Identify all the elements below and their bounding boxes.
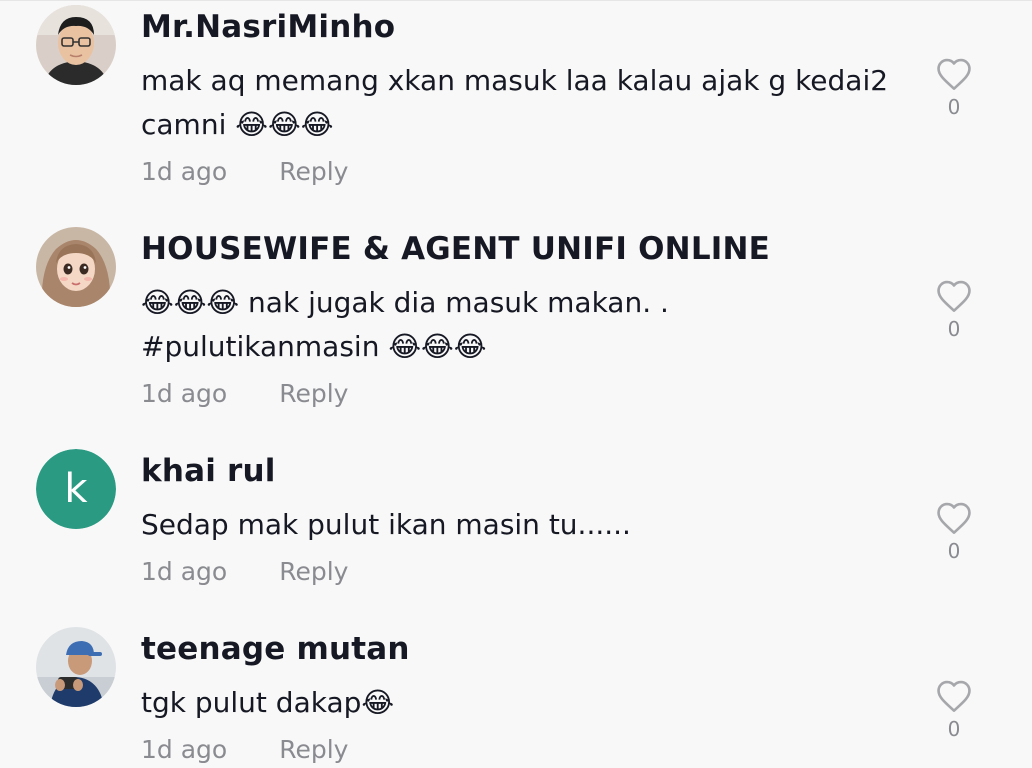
- comment-username[interactable]: Mr.NasriMinho: [141, 9, 395, 45]
- comment-text: tgk pulut dakap😂: [141, 686, 395, 719]
- heart-outline-icon: [937, 680, 971, 712]
- like-button[interactable]: 0: [934, 679, 974, 741]
- reply-button[interactable]: Reply: [279, 735, 348, 764]
- comment-time: 1d ago: [141, 379, 228, 408]
- like-button[interactable]: 0: [934, 57, 974, 119]
- comment-meta: 1d ago Reply: [141, 557, 348, 586]
- comment-time: 1d ago: [141, 557, 228, 586]
- reply-button[interactable]: Reply: [279, 157, 348, 186]
- comment-text: Sedap mak pulut ikan masin tu......: [141, 508, 631, 541]
- heart-outline-icon: [937, 58, 971, 90]
- comment-list: Mr.NasriMinho mak aq memang xkan masuk l…: [0, 0, 1032, 768]
- like-count: 0: [947, 95, 961, 119]
- comment-text: 😂😂😂 nak jugak dia masuk makan. . #puluti…: [141, 286, 669, 363]
- comment-username[interactable]: teenage mutan: [141, 631, 410, 667]
- user-avatar[interactable]: [36, 627, 116, 707]
- comment-username[interactable]: khai rul: [141, 453, 276, 489]
- like-button[interactable]: 0: [934, 279, 974, 341]
- comment-username[interactable]: HOUSEWIFE & AGENT UNIFI ONLINE: [141, 231, 770, 267]
- like-button[interactable]: 0: [934, 501, 974, 563]
- avatar-letter: k: [36, 449, 116, 529]
- heart-outline-icon: [937, 280, 971, 312]
- user-photo-cap-icon: [36, 627, 116, 707]
- like-count: 0: [947, 717, 961, 741]
- like-count: 0: [947, 539, 961, 563]
- comment-text: mak aq memang xkan masuk laa kalau ajak …: [141, 64, 889, 141]
- comment-meta: 1d ago Reply: [141, 735, 348, 764]
- reply-button[interactable]: Reply: [279, 557, 348, 586]
- user-photo-glasses-icon: [36, 5, 116, 85]
- comment-time: 1d ago: [141, 735, 228, 764]
- user-avatar[interactable]: [36, 5, 116, 85]
- comment-time: 1d ago: [141, 157, 228, 186]
- reply-button[interactable]: Reply: [279, 379, 348, 408]
- comment-meta: 1d ago Reply: [141, 157, 348, 186]
- user-avatar[interactable]: k: [36, 449, 116, 529]
- heart-outline-icon: [937, 502, 971, 534]
- like-count: 0: [947, 317, 961, 341]
- comment-meta: 1d ago Reply: [141, 379, 348, 408]
- cartoon-hijab-avatar-icon: [36, 227, 116, 307]
- user-avatar[interactable]: [36, 227, 116, 307]
